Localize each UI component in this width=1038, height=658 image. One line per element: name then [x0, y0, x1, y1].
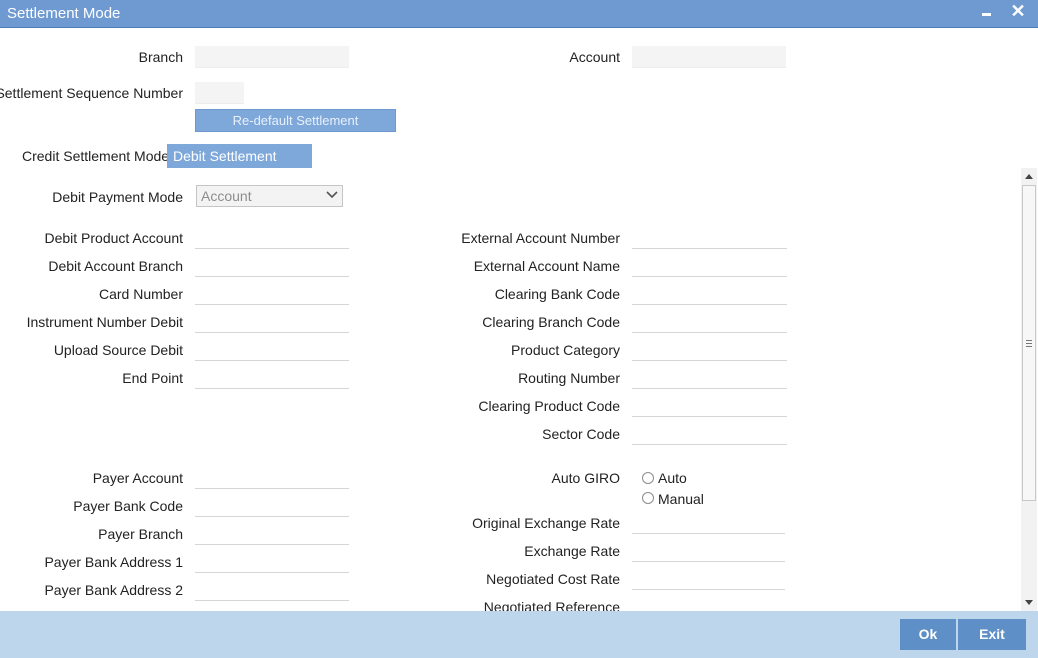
- instrument-number-debit-label: Instrument Number Debit: [26, 314, 183, 330]
- auto-giro-label: Auto GIRO: [551, 470, 620, 486]
- ok-button[interactable]: Ok: [900, 619, 956, 650]
- debit-product-account-label: Debit Product Account: [44, 230, 183, 246]
- clearing-bank-code-field[interactable]: [632, 283, 787, 305]
- upload-source-debit-label: Upload Source Debit: [53, 342, 183, 358]
- debit-payment-mode-label: Debit Payment Mode: [52, 189, 183, 205]
- debit-product-account-field[interactable]: [195, 227, 349, 249]
- sector-code-label: Sector Code: [542, 426, 620, 442]
- auto-giro-auto-radio[interactable]: [642, 472, 654, 484]
- card-number-label: Card Number: [98, 286, 183, 302]
- original-exchange-rate-label: Original Exchange Rate: [472, 515, 620, 531]
- sequence-field[interactable]: [195, 82, 244, 104]
- external-account-name-label: External Account Name: [473, 258, 620, 274]
- payer-branch-field[interactable]: [195, 523, 349, 545]
- product-category-field[interactable]: [632, 339, 787, 361]
- scroll-up-icon[interactable]: [1023, 168, 1035, 184]
- clearing-branch-code-field[interactable]: [632, 311, 787, 333]
- payer-bank-address-2-field[interactable]: [195, 579, 349, 601]
- external-account-number-field[interactable]: [632, 227, 787, 249]
- payer-bank-address-2-label: Payer Bank Address 2: [44, 582, 183, 598]
- original-exchange-rate-field[interactable]: [632, 512, 785, 534]
- card-number-field[interactable]: [195, 283, 349, 305]
- payer-bank-address-1-label: Payer Bank Address 1: [44, 554, 183, 570]
- end-point-label: End Point: [122, 370, 183, 386]
- end-point-field[interactable]: [195, 367, 349, 389]
- window-titlebar: Settlement Mode ✕: [0, 0, 1038, 28]
- payer-bank-address-1-field[interactable]: [195, 551, 349, 573]
- routing-number-label: Routing Number: [518, 370, 620, 386]
- exchange-rate-field[interactable]: [632, 540, 785, 562]
- external-account-name-field[interactable]: [632, 255, 787, 277]
- clearing-product-code-label: Clearing Product Code: [478, 398, 620, 414]
- instrument-number-debit-field[interactable]: [195, 311, 349, 333]
- payer-branch-label: Payer Branch: [98, 526, 183, 542]
- auto-giro-manual-radio[interactable]: [642, 492, 654, 504]
- branch-field[interactable]: [195, 46, 349, 68]
- chevron-down-icon: [326, 191, 338, 199]
- clearing-bank-code-label: Clearing Bank Code: [494, 286, 620, 302]
- sector-code-field[interactable]: [632, 423, 787, 445]
- scrollbar-thumb[interactable]: [1022, 185, 1036, 501]
- negotiated-cost-rate-field[interactable]: [632, 568, 785, 590]
- window-title: Settlement Mode: [7, 5, 121, 22]
- minimize-icon[interactable]: [979, 2, 995, 22]
- payer-account-label: Payer Account: [92, 470, 183, 486]
- footer-bar: Ok Exit: [0, 611, 1038, 658]
- external-account-number-label: External Account Number: [461, 230, 620, 246]
- routing-number-field[interactable]: [632, 367, 787, 389]
- redefault-settlement-button[interactable]: Re-default Settlement: [195, 109, 396, 132]
- upload-source-debit-field[interactable]: [195, 339, 349, 361]
- negotiated-cost-rate-label: Negotiated Cost Rate: [486, 571, 620, 587]
- tab-credit-settlement-mode[interactable]: Credit Settlement Mode: [16, 144, 175, 168]
- exchange-rate-label: Exchange Rate: [524, 543, 620, 559]
- debit-account-branch-field[interactable]: [195, 255, 349, 277]
- close-icon[interactable]: ✕: [1009, 0, 1027, 22]
- payer-bank-code-field[interactable]: [195, 495, 349, 517]
- clearing-branch-code-label: Clearing Branch Code: [482, 314, 620, 330]
- tab-debit-settlement-mode[interactable]: Debit Settlement Mode: [167, 144, 312, 188]
- product-category-label: Product Category: [511, 342, 620, 358]
- scroll-down-icon[interactable]: [1023, 596, 1035, 610]
- debit-account-branch-label: Debit Account Branch: [48, 258, 183, 274]
- account-label: Account: [569, 49, 620, 65]
- auto-giro-manual-label: Manual: [658, 491, 704, 507]
- payer-account-field[interactable]: [195, 467, 349, 489]
- debit-payment-mode-value: Account: [201, 188, 252, 204]
- vertical-scrollbar[interactable]: [1021, 168, 1037, 611]
- auto-giro-auto-label: Auto: [658, 470, 687, 486]
- payer-bank-code-label: Payer Bank Code: [73, 498, 183, 514]
- account-field[interactable]: [632, 46, 786, 68]
- grip-icon: [1026, 340, 1032, 341]
- exit-button[interactable]: Exit: [958, 619, 1026, 650]
- clearing-product-code-field[interactable]: [632, 395, 787, 417]
- sequence-label: Settlement Sequence Number: [0, 85, 183, 101]
- debit-payment-mode-select[interactable]: Account: [196, 185, 343, 207]
- branch-label: Branch: [138, 49, 183, 65]
